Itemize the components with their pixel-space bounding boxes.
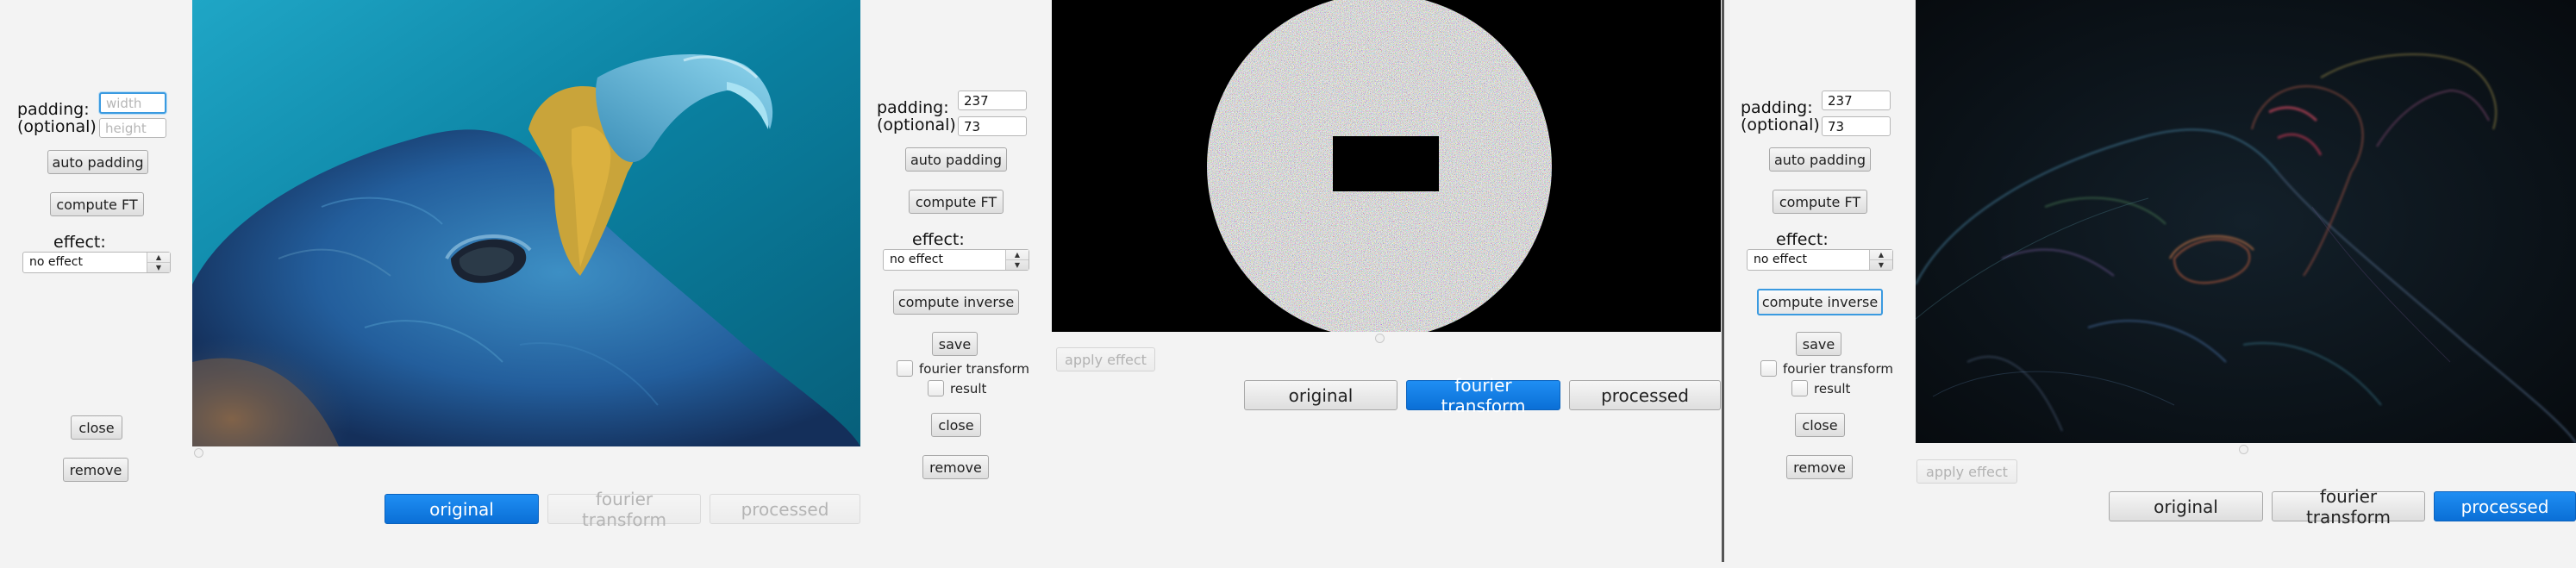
- spinner-down-icon[interactable]: ▼: [1006, 259, 1029, 270]
- processed-image: [1916, 0, 2576, 443]
- compute-ft-button[interactable]: compute FT: [50, 192, 144, 216]
- padding-width-input[interactable]: [958, 91, 1027, 110]
- optional-label: (optional): [17, 117, 97, 136]
- auto-padding-button[interactable]: auto padding: [1769, 147, 1871, 172]
- padding-label: padding:: [17, 100, 90, 119]
- effect-label: effect:: [1776, 230, 1829, 249]
- padding-height-input[interactable]: [99, 118, 166, 138]
- effect-spinner[interactable]: no effect ▲ ▼: [883, 249, 1029, 271]
- panel-fourier: padding: (optional) auto padding compute…: [862, 0, 1721, 562]
- fourier-transform-checkbox-label: fourier transform: [919, 361, 1029, 377]
- remove-button[interactable]: remove: [1786, 455, 1853, 479]
- close-button[interactable]: close: [1795, 413, 1845, 437]
- fourier-spectrum-image: [1052, 0, 1721, 332]
- panel-original: padding: (optional) auto padding compute…: [0, 0, 860, 568]
- spinner-up-icon[interactable]: ▲: [1870, 250, 1892, 259]
- spinner-arrows[interactable]: ▲ ▼: [1869, 250, 1892, 270]
- scroll-handle[interactable]: [194, 448, 203, 458]
- close-button[interactable]: close: [931, 413, 981, 437]
- compute-ft-button[interactable]: compute FT: [1773, 190, 1867, 214]
- spinner-up-icon[interactable]: ▲: [147, 253, 170, 262]
- panel-divider: [1722, 0, 1724, 562]
- result-checkbox[interactable]: [1791, 380, 1808, 396]
- fourier-spectrum-svg: [1207, 0, 1552, 332]
- fourier-transform-checkbox-label: fourier transform: [1783, 361, 1893, 377]
- eagle-photo-svg: [192, 0, 860, 446]
- tab-fourier-transform[interactable]: fourier transform: [547, 489, 701, 530]
- result-checkbox-label: result: [950, 381, 987, 396]
- scroll-handle[interactable]: [2239, 445, 2248, 454]
- spinner-up-icon[interactable]: ▲: [1006, 250, 1029, 259]
- apply-effect-button[interactable]: apply effect: [1916, 459, 2017, 484]
- padding-height-input[interactable]: [1822, 116, 1891, 136]
- remove-button[interactable]: remove: [63, 458, 128, 482]
- effect-value: no effect: [1754, 253, 1807, 266]
- fourier-transform-checkbox[interactable]: [1760, 360, 1777, 377]
- spinner-down-icon[interactable]: ▼: [147, 262, 170, 272]
- eagle-photo: [192, 0, 860, 446]
- tab-processed[interactable]: processed: [710, 494, 860, 524]
- spinner-down-icon[interactable]: ▼: [1870, 259, 1892, 270]
- auto-padding-button[interactable]: auto padding: [47, 150, 148, 174]
- tab-original[interactable]: original: [385, 494, 539, 524]
- tab-processed[interactable]: processed: [2434, 491, 2576, 521]
- optional-label: (optional): [1741, 115, 1820, 134]
- effect-spinner[interactable]: no effect ▲ ▼: [22, 252, 171, 273]
- save-button[interactable]: save: [1796, 332, 1841, 356]
- effect-label: effect:: [53, 233, 106, 252]
- close-button[interactable]: close: [71, 415, 122, 440]
- tab-fourier-transform[interactable]: fourier transform: [1406, 375, 1560, 416]
- padding-height-input[interactable]: [958, 116, 1027, 136]
- panel-processed: padding: (optional) auto padding compute…: [1726, 0, 2576, 562]
- effect-label: effect:: [912, 230, 965, 249]
- compute-ft-button[interactable]: compute FT: [909, 190, 1004, 214]
- effect-value: no effect: [890, 253, 943, 266]
- remove-button[interactable]: remove: [922, 455, 989, 479]
- padding-label: padding:: [1741, 98, 1813, 117]
- padding-label: padding:: [877, 98, 949, 117]
- auto-padding-button[interactable]: auto padding: [905, 147, 1007, 172]
- processed-svg: [1916, 0, 2576, 443]
- effect-value: no effect: [29, 255, 83, 269]
- scroll-handle[interactable]: [1375, 334, 1385, 343]
- padding-width-input[interactable]: [99, 92, 166, 114]
- compute-inverse-button[interactable]: compute inverse: [1757, 289, 1883, 315]
- tab-fourier-transform[interactable]: fourier transform: [2272, 486, 2425, 527]
- tab-processed[interactable]: processed: [1569, 380, 1721, 410]
- apply-effect-button[interactable]: apply effect: [1056, 347, 1155, 371]
- save-button[interactable]: save: [932, 332, 978, 356]
- spinner-arrows[interactable]: ▲ ▼: [147, 253, 170, 272]
- compute-inverse-button[interactable]: compute inverse: [893, 290, 1019, 315]
- fourier-transform-checkbox[interactable]: [897, 360, 913, 377]
- effect-spinner[interactable]: no effect ▲ ▼: [1747, 249, 1893, 271]
- tab-original[interactable]: original: [1244, 380, 1397, 410]
- padding-width-input[interactable]: [1822, 91, 1891, 110]
- optional-label: (optional): [877, 115, 956, 134]
- spinner-arrows[interactable]: ▲ ▼: [1005, 250, 1029, 270]
- result-checkbox[interactable]: [928, 380, 944, 396]
- tab-original[interactable]: original: [2109, 491, 2263, 521]
- result-checkbox-label: result: [1814, 381, 1851, 396]
